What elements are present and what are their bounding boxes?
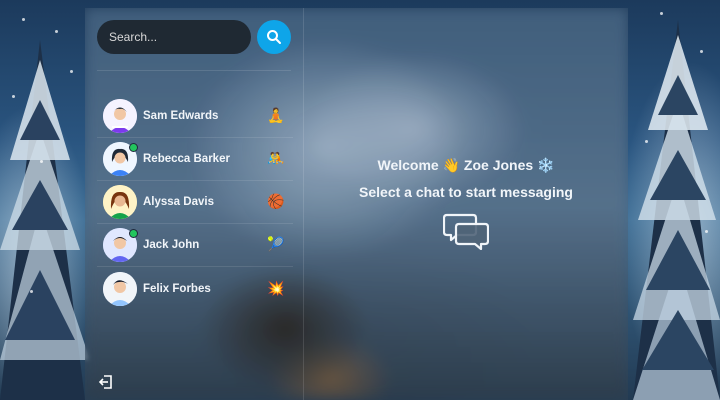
- avatar-wrapper: [97, 185, 137, 219]
- avatar-wrapper: [97, 99, 137, 133]
- chat-bubbles-icon: [443, 213, 489, 250]
- sidebar-divider: [97, 70, 291, 71]
- empty-state-subtitle: Select a chat to start messaging: [359, 183, 573, 200]
- search-bar: [97, 20, 291, 54]
- search-button[interactable]: [257, 20, 291, 54]
- online-status-dot: [129, 229, 138, 238]
- user-name: Zoe Jones: [463, 156, 534, 173]
- activity-emoji-icon: 🏀: [267, 194, 285, 210]
- contact-item-rebecca-barker[interactable]: Rebecca Barker 🤼: [97, 138, 293, 181]
- search-icon: [267, 30, 281, 44]
- snowflake-emoji-icon: ❄️: [537, 157, 555, 174]
- logout-icon: [98, 375, 112, 389]
- activity-emoji-icon: 🧘: [267, 108, 285, 124]
- contact-name: Sam Edwards: [143, 110, 219, 122]
- chat-app-panel: Sam Edwards 🧘 Rebecca Bar: [85, 8, 628, 400]
- avatar-wrapper: [97, 142, 138, 176]
- contact-item-jack-john[interactable]: Jack John 🎾: [97, 224, 293, 267]
- avatar: [103, 99, 137, 133]
- logout-button[interactable]: [97, 374, 115, 392]
- welcome-message: Welcome 👋 Zoe Jones ❄️: [377, 157, 554, 174]
- activity-emoji-icon: 🤼: [267, 151, 285, 167]
- avatar-wrapper: [97, 228, 138, 262]
- avatar-wrapper: [97, 271, 137, 306]
- pine-tree-left: [0, 40, 90, 400]
- online-status-dot: [129, 143, 138, 152]
- contact-name: Alyssa Davis: [143, 196, 214, 208]
- contact-name: Felix Forbes: [143, 282, 211, 295]
- avatar: [103, 271, 137, 306]
- activity-emoji-icon: 🎾: [267, 237, 285, 253]
- contact-item-sam-edwards[interactable]: Sam Edwards 🧘: [97, 95, 293, 138]
- wave-emoji-icon: 👋: [442, 157, 461, 174]
- welcome-prefix: Welcome: [377, 156, 439, 173]
- contact-item-alyssa-davis[interactable]: Alyssa Davis 🏀: [97, 181, 293, 224]
- avatar: [103, 185, 137, 219]
- contact-list: Sam Edwards 🧘 Rebecca Barker 🤼 Alyssa Da…: [97, 95, 293, 310]
- search-input[interactable]: [97, 20, 251, 54]
- contact-item-felix-forbes[interactable]: Felix Forbes 💥: [97, 267, 293, 310]
- sidebar: Sam Edwards 🧘 Rebecca Bar: [85, 8, 304, 400]
- contact-name: Jack John: [143, 239, 200, 251]
- contact-name: Rebecca Barker: [143, 153, 230, 165]
- main-content: Welcome 👋 Zoe Jones ❄️ Select a chat to …: [304, 8, 628, 400]
- activity-emoji-icon: 💥: [267, 280, 285, 297]
- pine-tree-right: [633, 20, 720, 400]
